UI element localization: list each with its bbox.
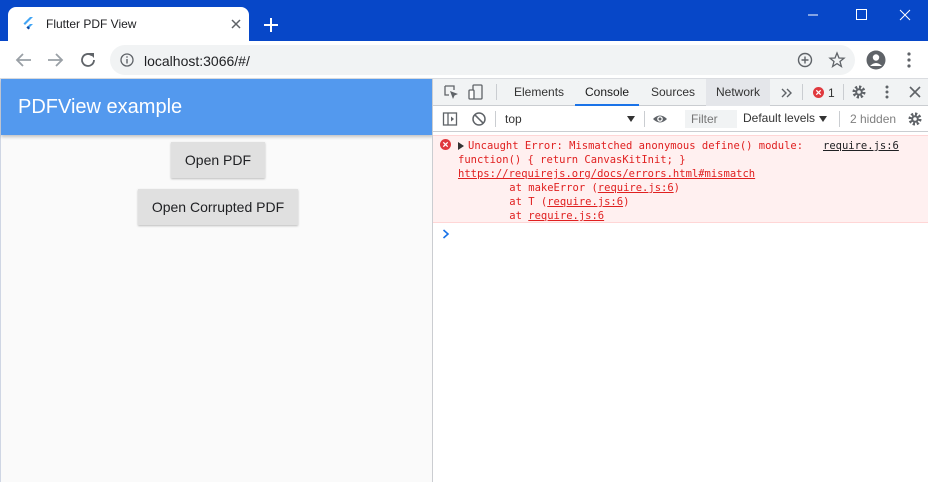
clear-console-icon[interactable] — [471, 111, 487, 127]
stack-frame-text: at — [484, 210, 529, 222]
console-filter-bar: top Default levels 2 hidden — [433, 106, 928, 132]
log-levels-dropdown[interactable]: Default levels — [743, 111, 815, 125]
stack-frame-text: at T ( — [484, 196, 548, 208]
error-icon — [813, 87, 824, 98]
toolbar-divider — [802, 84, 803, 100]
console-filter-input[interactable] — [685, 110, 737, 128]
address-bar[interactable]: localhost:3066/#/ — [110, 45, 855, 75]
error-docs-link[interactable]: https://requirejs.org/docs/errors.html#m… — [458, 167, 755, 181]
more-tabs-icon[interactable] — [779, 85, 795, 101]
context-value: top — [505, 112, 522, 126]
devtools-menu-icon[interactable] — [879, 84, 895, 100]
app-viewport: PDFView example Open PDF Open Corrupted … — [0, 79, 433, 482]
dropdown-arrow-icon — [819, 116, 827, 122]
stack-frame-suffix: ) — [623, 196, 630, 208]
error-source-link[interactable]: require.js:6 — [823, 139, 899, 153]
forward-arrow-icon[interactable] — [46, 51, 64, 69]
tab-console[interactable]: Console — [575, 79, 640, 106]
settings-gear-icon[interactable] — [851, 84, 867, 100]
flutter-icon — [23, 17, 33, 30]
page-title: PDFView example — [18, 96, 183, 118]
browser-toolbar: localhost:3066/#/ — [0, 41, 928, 79]
tab-elements[interactable]: Elements — [504, 79, 574, 106]
context-select[interactable]: top — [505, 111, 635, 127]
tab-network[interactable]: Network — [706, 79, 771, 106]
browser-tab[interactable]: Flutter PDF View — [8, 7, 249, 41]
stack-frame-suffix: ) — [673, 182, 680, 194]
hidden-messages-count: 2 hidden — [850, 112, 897, 126]
stack-frame: at require.js:6 — [484, 209, 604, 223]
error-text: Uncaught Error: Mismatched anonymous def… — [468, 140, 810, 152]
open-corrupted-pdf-button[interactable]: Open Corrupted PDF — [138, 189, 298, 225]
error-detail: function() { return CanvasKitInit; } — [458, 154, 686, 166]
kebab-menu-icon[interactable] — [904, 51, 914, 69]
devtools-tabbar: Elements Console Sources Network 1 — [433, 79, 928, 106]
window-close-icon[interactable] — [882, 0, 928, 30]
reload-icon[interactable] — [79, 51, 97, 69]
toolbar-divider — [843, 84, 844, 100]
console-output: Uncaught Error: Mismatched anonymous def… — [433, 132, 928, 482]
minimize-icon[interactable] — [790, 0, 836, 30]
profile-avatar-icon[interactable] — [866, 50, 886, 70]
console-prompt-chevron-icon[interactable] — [442, 229, 450, 239]
console-error-message[interactable]: Uncaught Error: Mismatched anonymous def… — [433, 135, 928, 223]
bookmark-star-icon[interactable] — [828, 51, 846, 69]
device-toolbar-icon[interactable] — [468, 84, 484, 100]
devtools-panel: Elements Console Sources Network 1 top F… — [432, 79, 928, 482]
open-pdf-button[interactable]: Open PDF — [171, 142, 265, 178]
close-tab-icon[interactable] — [228, 16, 244, 32]
error-icon — [440, 139, 451, 150]
stack-frame: at T (require.js:6) — [484, 195, 629, 209]
error-count: 1 — [828, 86, 835, 100]
info-icon[interactable] — [120, 53, 134, 67]
expand-triangle-icon[interactable] — [458, 142, 464, 150]
app-bar: PDFView example — [1, 79, 433, 135]
dropdown-arrow-icon — [627, 116, 635, 122]
console-settings-gear-icon[interactable] — [907, 111, 923, 127]
maximize-icon[interactable] — [838, 0, 884, 30]
tab-title: Flutter PDF View — [46, 17, 137, 31]
close-devtools-icon[interactable] — [907, 84, 923, 100]
back-arrow-icon[interactable] — [15, 51, 33, 69]
stack-frame-text: at makeError ( — [484, 182, 598, 194]
live-expression-eye-icon[interactable] — [652, 111, 668, 127]
stack-frame-link[interactable]: require.js:6 — [528, 210, 604, 222]
toolbar-divider — [644, 111, 645, 127]
tab-sources[interactable]: Sources — [641, 79, 705, 106]
stack-frame-link[interactable]: require.js:6 — [547, 196, 623, 208]
sidebar-toggle-icon[interactable] — [442, 111, 458, 127]
new-tab-icon[interactable] — [262, 16, 280, 34]
toolbar-divider — [839, 111, 840, 127]
stack-frame-link[interactable]: require.js:6 — [598, 182, 674, 194]
toolbar-divider — [496, 84, 497, 100]
stack-frame: at makeError (require.js:6) — [484, 181, 680, 195]
toolbar-divider — [495, 111, 496, 127]
inspect-element-icon[interactable] — [443, 84, 459, 100]
url-text[interactable]: localhost:3066/#/ — [144, 53, 250, 69]
title-bar: Flutter PDF View — [0, 0, 928, 41]
install-app-icon[interactable] — [796, 51, 814, 69]
